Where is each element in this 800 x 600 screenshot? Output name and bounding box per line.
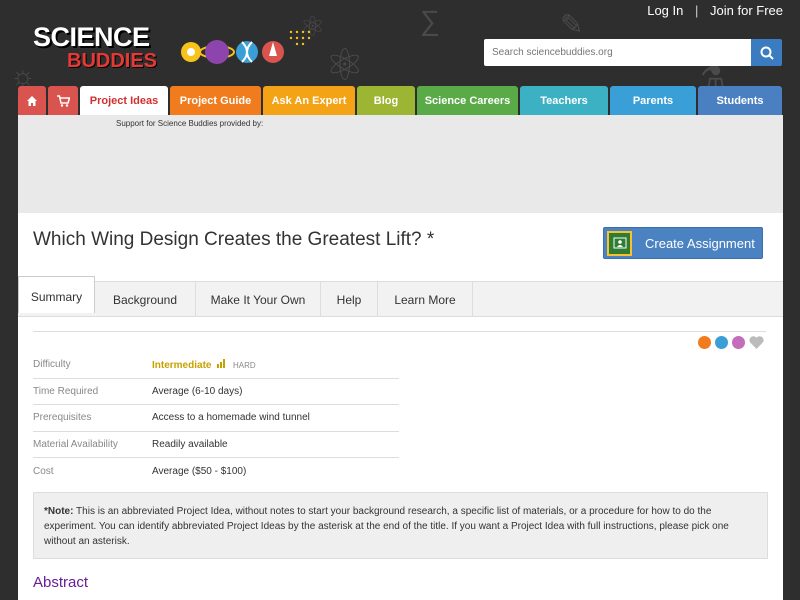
- tab-summary[interactable]: Summary: [18, 276, 95, 313]
- nav-blog[interactable]: Blog: [357, 86, 415, 115]
- site-logo[interactable]: SCIENCE BUDDIES: [33, 22, 311, 72]
- ad-area: Support for Science Buddies provided by:: [18, 115, 783, 213]
- nav-students[interactable]: Students: [698, 86, 782, 115]
- difficulty-level-text: Intermediate: [152, 359, 212, 371]
- abbreviated-note: *Note: This is an abbreviated Project Id…: [33, 492, 768, 559]
- nav-parents[interactable]: Parents: [610, 86, 696, 115]
- cart-icon: [56, 94, 70, 107]
- create-assignment-button[interactable]: Create Assignment: [603, 227, 763, 259]
- link-separator: |: [695, 3, 699, 18]
- nav-ask-an-expert[interactable]: Ask An Expert: [263, 86, 355, 115]
- home-icon: [27, 95, 37, 106]
- abstract-heading: Abstract: [33, 574, 89, 591]
- main-content: Support for Science Buddies provided by:…: [18, 115, 783, 600]
- project-tabs: Summary Background Make It Your Own Help…: [18, 276, 783, 317]
- nav-science-careers[interactable]: Science Careers: [417, 86, 518, 115]
- tab-help[interactable]: Help: [321, 282, 378, 317]
- search-button[interactable]: [751, 39, 782, 66]
- account-links: Log In | Join for Free: [647, 3, 783, 18]
- difficulty-value: Intermediate HARD: [152, 358, 256, 371]
- print-icon[interactable]: [715, 336, 728, 349]
- search-icon: [760, 46, 774, 60]
- create-assignment-label: Create Assignment: [645, 235, 755, 251]
- difficulty-row: Difficulty Intermediate HARD: [33, 352, 399, 379]
- favorite-heart-icon[interactable]: [749, 336, 764, 349]
- tab-background[interactable]: Background: [95, 282, 196, 317]
- prerequisites-value: Access to a homemade wind tunnel: [152, 412, 310, 424]
- main-nav: Project Ideas Project Guide Ask An Exper…: [18, 86, 784, 115]
- login-link[interactable]: Log In: [647, 3, 683, 18]
- difficulty-bars-icon: [217, 358, 226, 368]
- google-classroom-icon: [607, 230, 632, 256]
- page-title: Which Wing Design Creates the Greatest L…: [33, 229, 435, 250]
- google-classroom-share-icon[interactable]: [698, 336, 711, 349]
- title-row: Which Wing Design Creates the Greatest L…: [18, 213, 783, 281]
- note-bold-label: *Note:: [44, 506, 74, 517]
- difficulty-label: Difficulty: [33, 359, 71, 371]
- nav-cart[interactable]: [48, 86, 78, 115]
- nav-home[interactable]: [18, 86, 46, 115]
- note-text: This is an abbreviated Project Idea, wit…: [44, 506, 729, 547]
- ad-support-label: Support for Science Buddies provided by:: [116, 119, 264, 128]
- material-availability-label: Material Availability: [33, 438, 118, 450]
- nav-project-ideas[interactable]: Project Ideas: [80, 86, 168, 115]
- tab-learn-more[interactable]: Learn More: [378, 282, 473, 317]
- cost-label: Cost: [33, 465, 54, 477]
- material-availability-value: Readily available: [152, 438, 228, 450]
- join-link[interactable]: Join for Free: [710, 3, 783, 18]
- email-icon[interactable]: [732, 336, 745, 349]
- time-required-label: Time Required: [33, 385, 99, 397]
- share-icons: [698, 336, 764, 349]
- logo-text-buddies: BUDDIES: [67, 50, 158, 72]
- nav-project-guide[interactable]: Project Guide: [170, 86, 261, 115]
- logo-text-science: SCIENCE: [33, 22, 150, 52]
- material-availability-row: Material Availability Readily available: [33, 432, 399, 458]
- prerequisites-label: Prerequisites: [33, 412, 92, 424]
- tab-make-it-your-own[interactable]: Make It Your Own: [196, 282, 321, 317]
- project-details-table: Difficulty Intermediate HARD Time Requir…: [33, 352, 399, 485]
- search-bar: [484, 39, 782, 66]
- cost-value: Average ($50 - $100): [152, 465, 247, 477]
- prerequisites-row: Prerequisites Access to a homemade wind …: [33, 405, 399, 432]
- time-required-row: Time Required Average (6-10 days): [33, 379, 399, 405]
- cost-row: Cost Average ($50 - $100): [33, 458, 399, 485]
- nav-teachers[interactable]: Teachers: [520, 86, 608, 115]
- logo-graphic-icon: [181, 30, 311, 64]
- section-divider: [33, 331, 766, 332]
- time-required-value: Average (6-10 days): [152, 385, 243, 397]
- search-input[interactable]: [484, 39, 751, 66]
- difficulty-hard-text: HARD: [233, 360, 256, 370]
